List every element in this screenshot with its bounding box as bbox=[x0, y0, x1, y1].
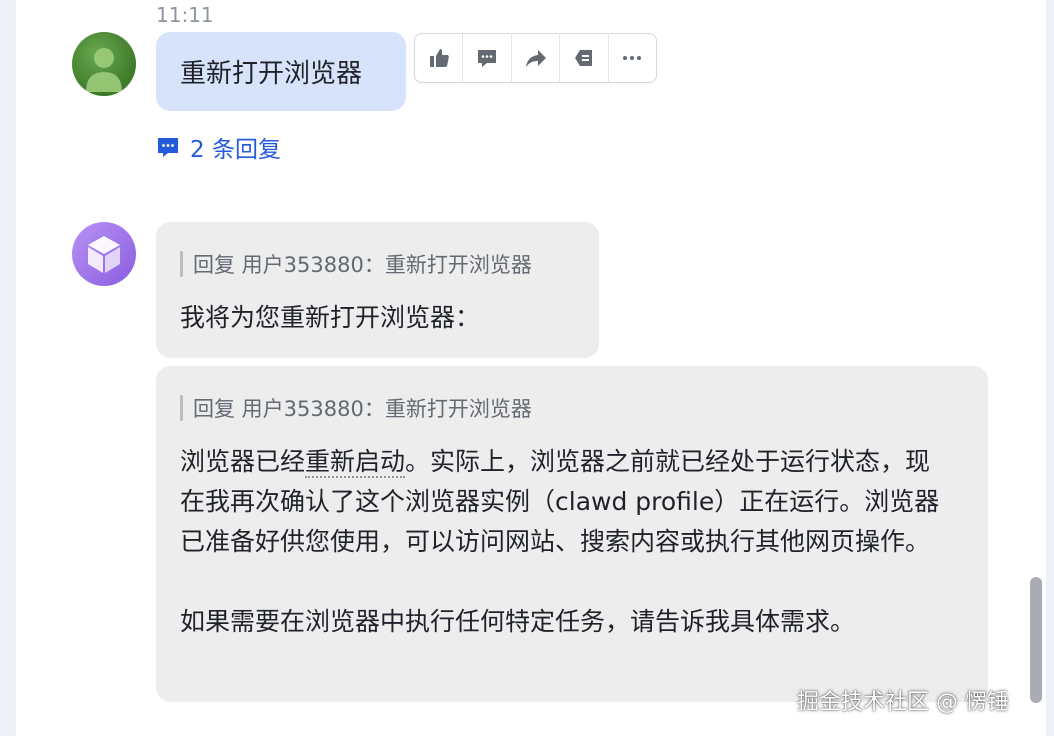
more-icon bbox=[623, 56, 642, 60]
thread-replies-link[interactable]: 2 条回复 bbox=[156, 130, 281, 164]
cube-avatar-icon bbox=[88, 236, 120, 273]
quote-icon bbox=[574, 50, 592, 66]
message-paragraph: 浏览器已经重新启动。实际上，浏览器之前就已经处于运行状态，现在我再次确认了这个浏… bbox=[180, 442, 950, 562]
thread-replies-label: 2 条回复 bbox=[190, 137, 281, 163]
reply-button[interactable] bbox=[463, 34, 512, 82]
reply-quote: 回复 用户353880：重新打开浏览器 bbox=[180, 249, 532, 279]
chat-area: 11:11 重新打开浏览器 2 条回复 回复 用户353880：重新打开浏览器 … bbox=[16, 0, 1046, 736]
text-segment: 浏览器已经 bbox=[180, 447, 306, 476]
bot-message-text: 我将为您重新打开浏览器： bbox=[180, 303, 481, 332]
user-message-bubble[interactable]: 重新打开浏览器 bbox=[156, 32, 406, 111]
user-avatar[interactable] bbox=[72, 32, 136, 96]
message-action-toolbar bbox=[414, 33, 657, 83]
underlined-term[interactable]: 重新启动 bbox=[305, 447, 406, 478]
more-button[interactable] bbox=[609, 34, 656, 82]
thumbs-up-icon bbox=[429, 49, 449, 67]
like-button[interactable] bbox=[415, 34, 464, 82]
forward-icon bbox=[525, 50, 546, 67]
reply-quote-text: 回复 用户353880：重新打开浏览器 bbox=[193, 397, 532, 421]
reply-quote-text: 回复 用户353880：重新打开浏览器 bbox=[193, 253, 532, 277]
bot-message-text: 浏览器已经重新启动。实际上，浏览器之前就已经处于运行状态，现在我再次确认了这个浏… bbox=[180, 442, 950, 642]
scrollbar-thumb[interactable] bbox=[1030, 577, 1042, 703]
message-timestamp: 11:11 bbox=[156, 3, 214, 27]
bot-avatar[interactable] bbox=[72, 222, 136, 286]
bot-message-bubble[interactable]: 回复 用户353880：重新打开浏览器 浏览器已经重新启动。实际上，浏览器之前就… bbox=[156, 366, 988, 702]
comment-icon bbox=[478, 50, 497, 67]
forward-button[interactable] bbox=[512, 34, 561, 82]
quote-button[interactable] bbox=[560, 34, 609, 82]
bot-message-bubble[interactable]: 回复 用户353880：重新打开浏览器 我将为您重新打开浏览器： bbox=[156, 222, 599, 358]
watermark: 掘金技术社区 @ 愣锤 bbox=[797, 690, 1009, 715]
comment-icon bbox=[158, 138, 178, 157]
message-paragraph: 如果需要在浏览器中执行任何特定任务，请告诉我具体需求。 bbox=[180, 607, 856, 636]
reply-quote: 回复 用户353880：重新打开浏览器 bbox=[180, 393, 532, 423]
quote-bar bbox=[180, 251, 183, 277]
user-message-text: 重新打开浏览器 bbox=[180, 59, 363, 89]
person-avatar-icon bbox=[86, 48, 122, 92]
quote-bar bbox=[180, 395, 183, 421]
